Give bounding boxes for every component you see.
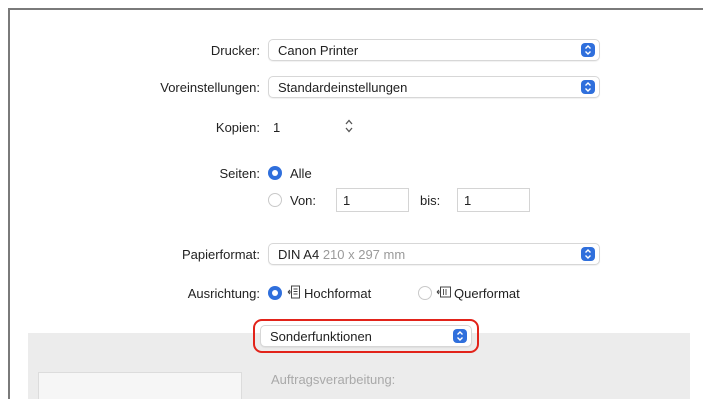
orientation-portrait-label: Hochformat — [304, 286, 372, 301]
pages-from-field[interactable]: 1 — [336, 188, 409, 212]
paper-size: 210 x 297 mm — [322, 247, 406, 262]
orientation-landscape-label: Querformat — [454, 286, 520, 301]
pages-to-value: 1 — [464, 193, 472, 208]
landscape-orientation-icon — [436, 285, 452, 302]
popup-chevron-icon — [581, 247, 595, 261]
pages-label: Seiten: — [219, 166, 260, 181]
popup-chevron-icon — [581, 80, 595, 94]
presets-label: Voreinstellungen: — [160, 80, 260, 95]
printer-popup[interactable]: Canon Printer — [268, 39, 600, 61]
paper-value: DIN A4 — [278, 247, 320, 262]
orientation-landscape-radio[interactable] — [418, 286, 432, 300]
page-preview-thumbnail — [38, 372, 242, 399]
highlight-outline — [253, 319, 479, 353]
presets-value: Standardeinstellungen — [278, 80, 408, 95]
pages-all-radio[interactable] — [268, 166, 282, 180]
popup-chevron-icon — [581, 43, 595, 57]
printer-value: Canon Printer — [278, 43, 359, 58]
pages-from-value: 1 — [343, 193, 351, 208]
orientation-label: Ausrichtung: — [187, 286, 260, 301]
pages-to-label: bis: — [420, 193, 441, 208]
printer-label: Drucker: — [210, 43, 260, 58]
paper-label: Papierformat: — [181, 247, 260, 262]
pages-all-label: Alle — [290, 166, 312, 181]
paper-popup[interactable]: DIN A4 210 x 297 mm — [268, 243, 600, 265]
portrait-orientation-icon — [287, 284, 301, 303]
pages-from-label: Von: — [290, 193, 317, 208]
copies-label: Kopien: — [215, 120, 260, 135]
pages-to-field[interactable]: 1 — [457, 188, 530, 212]
orientation-portrait-radio[interactable] — [268, 286, 282, 300]
copies-field[interactable]: 1 — [273, 120, 280, 135]
copies-stepper-icon[interactable] — [343, 116, 355, 136]
presets-popup[interactable]: Standardeinstellungen — [268, 76, 600, 98]
job-processing-label: Auftragsverarbeitung: — [271, 372, 396, 387]
pages-range-radio[interactable] — [268, 193, 282, 207]
